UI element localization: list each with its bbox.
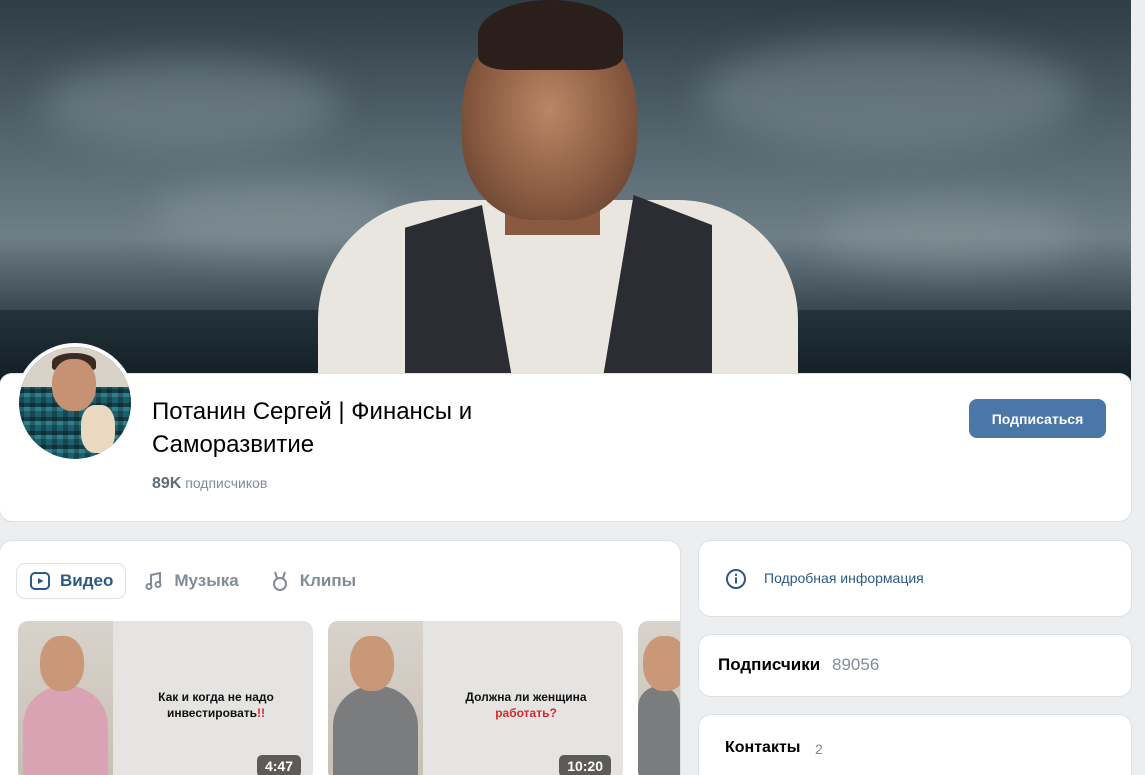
video-title: Должна ли женщина работать? [465,690,587,720]
video-title: Как и когда не надо инвестировать!! [158,690,274,720]
video-duration: 10:20 [559,755,611,775]
music-note-icon [143,570,165,592]
video-card[interactable]: Как и когда не надо инвестировать!! 4:47 [18,621,313,775]
tab-label: Видео [60,571,114,590]
page-title: Потанин Сергей | Финансы и Саморазвитие [152,398,473,458]
cover-image [0,0,1131,395]
tab-label: Клипы [299,571,357,590]
video-card[interactable] [638,621,680,775]
detailed-info-link[interactable]: Подробная информация [764,570,924,586]
contacts-count: 2 [815,741,823,757]
followers-label: Подписчики [718,655,821,674]
avatar[interactable] [15,343,135,463]
video-duration: 4:47 [256,755,301,775]
video-card[interactable]: Должна ли женщина работать? 10:20 [328,621,623,775]
detailed-info-card[interactable]: Подробная информация [699,541,1131,616]
tab-clips[interactable]: Клипы [257,564,368,598]
subscribers-number: 89K [152,475,182,492]
subscribers-label: подписчиков [185,475,268,491]
dog-image [81,405,115,453]
followers-count: 89056 [832,655,880,674]
subscribe-button[interactable]: Подписаться [969,399,1106,438]
contacts-label: Контакты [725,739,801,756]
followers-card[interactable]: Подписчики 89056 [699,635,1131,696]
tab-label: Музыка [174,571,239,590]
tab-video[interactable]: Видео [17,564,126,598]
contacts-card[interactable]: Контакты 2 [699,715,1131,775]
clips-icon [269,570,291,592]
video-icon [29,570,51,592]
subscribers-count[interactable]: 89K подписчиков [152,475,267,493]
info-icon [725,568,747,595]
tab-music[interactable]: Музыка [131,564,250,598]
media-tabs: Видео Музыка Клипы [17,564,368,598]
